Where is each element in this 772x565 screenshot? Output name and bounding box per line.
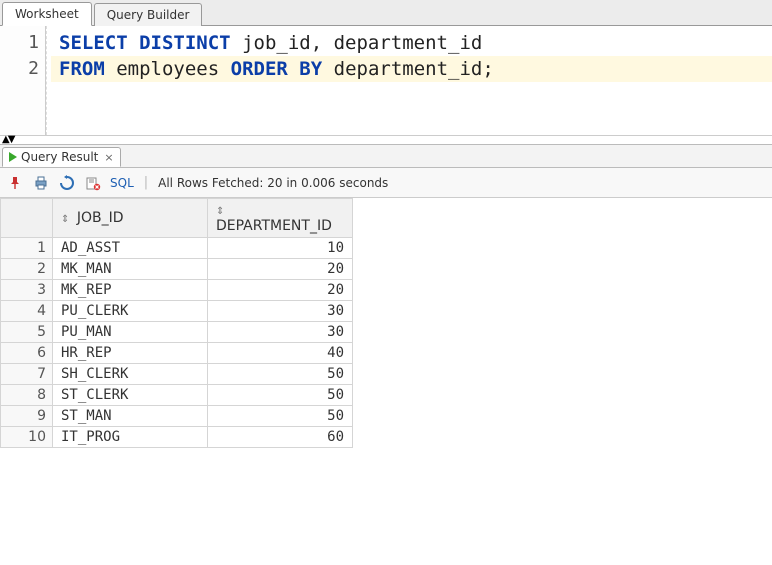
cell-job_id[interactable]: PU_MAN (53, 322, 208, 343)
cell-department_id[interactable]: 30 (208, 301, 353, 322)
toolbar-separator: | (144, 175, 148, 190)
splitter-handle-icon: ▲▼ (2, 134, 13, 145)
table-row[interactable]: 3MK_REP20 (1, 280, 353, 301)
row-number: 2 (1, 259, 53, 280)
cell-job_id[interactable]: ST_CLERK (53, 385, 208, 406)
tab-query-builder[interactable]: Query Builder (94, 3, 203, 26)
close-icon[interactable]: × (104, 151, 113, 164)
table-row[interactable]: 5PU_MAN30 (1, 322, 353, 343)
fetch-status: All Rows Fetched: 20 in 0.006 seconds (158, 176, 388, 190)
line-number: 2 (0, 56, 39, 82)
column-header-job_id[interactable]: ⇕ JOB_ID (53, 199, 208, 238)
code-line[interactable]: SELECT DISTINCT job_id, department_id (51, 30, 772, 56)
cell-department_id[interactable]: 20 (208, 280, 353, 301)
editor-tabstrip: Worksheet Query Builder (0, 0, 772, 26)
line-number: 1 (0, 30, 39, 56)
cell-department_id[interactable]: 40 (208, 343, 353, 364)
editor-code-area[interactable]: SELECT DISTINCT job_id, department_idFRO… (46, 26, 772, 135)
cell-job_id[interactable]: HR_REP (53, 343, 208, 364)
row-number: 9 (1, 406, 53, 427)
cell-job_id[interactable]: MK_REP (53, 280, 208, 301)
row-number: 4 (1, 301, 53, 322)
cell-job_id[interactable]: IT_PROG (53, 427, 208, 448)
sql-editor[interactable]: 12 SELECT DISTINCT job_id, department_id… (0, 26, 772, 136)
pin-icon[interactable] (6, 174, 24, 192)
column-header-department_id[interactable]: ⇕ DEPARTMENT_ID (208, 199, 353, 238)
result-tabstrip: Query Result × (0, 144, 772, 168)
delete-icon[interactable] (84, 174, 102, 192)
table-row[interactable]: 8ST_CLERK50 (1, 385, 353, 406)
cell-job_id[interactable]: AD_ASST (53, 238, 208, 259)
row-number: 10 (1, 427, 53, 448)
editor-gutter: 12 (0, 26, 46, 135)
cell-department_id[interactable]: 60 (208, 427, 353, 448)
cell-job_id[interactable]: MK_MAN (53, 259, 208, 280)
cell-job_id[interactable]: PU_CLERK (53, 301, 208, 322)
table-row[interactable]: 10IT_PROG60 (1, 427, 353, 448)
cell-department_id[interactable]: 30 (208, 322, 353, 343)
result-toolbar: SQL | All Rows Fetched: 20 in 0.006 seco… (0, 168, 772, 198)
sort-icon: ⇕ (61, 214, 69, 225)
table-row[interactable]: 4PU_CLERK30 (1, 301, 353, 322)
table-row[interactable]: 7SH_CLERK50 (1, 364, 353, 385)
cell-department_id[interactable]: 50 (208, 364, 353, 385)
table-row[interactable]: 1AD_ASST10 (1, 238, 353, 259)
sql-link[interactable]: SQL (110, 176, 134, 190)
table-row[interactable]: 2MK_MAN20 (1, 259, 353, 280)
result-tab-label: Query Result (21, 150, 98, 164)
tab-query-result[interactable]: Query Result × (2, 147, 121, 167)
cell-department_id[interactable]: 50 (208, 385, 353, 406)
results-grid[interactable]: ⇕ JOB_ID⇕ DEPARTMENT_ID 1AD_ASST102MK_MA… (0, 198, 353, 448)
row-number: 5 (1, 322, 53, 343)
row-number: 8 (1, 385, 53, 406)
run-icon (9, 152, 17, 162)
code-line[interactable]: FROM employees ORDER BY department_id; (51, 56, 772, 82)
print-icon[interactable] (32, 174, 50, 192)
row-number: 1 (1, 238, 53, 259)
cell-department_id[interactable]: 10 (208, 238, 353, 259)
splitter[interactable]: ▲▼ (0, 136, 772, 144)
table-row[interactable]: 6HR_REP40 (1, 343, 353, 364)
table-row[interactable]: 9ST_MAN50 (1, 406, 353, 427)
cell-department_id[interactable]: 50 (208, 406, 353, 427)
cell-department_id[interactable]: 20 (208, 259, 353, 280)
row-number: 7 (1, 364, 53, 385)
row-number: 3 (1, 280, 53, 301)
cell-job_id[interactable]: ST_MAN (53, 406, 208, 427)
tab-worksheet[interactable]: Worksheet (2, 2, 92, 26)
cell-job_id[interactable]: SH_CLERK (53, 364, 208, 385)
row-number: 6 (1, 343, 53, 364)
rownum-header (1, 199, 53, 238)
refresh-icon[interactable] (58, 174, 76, 192)
sort-icon: ⇕ (216, 206, 224, 217)
